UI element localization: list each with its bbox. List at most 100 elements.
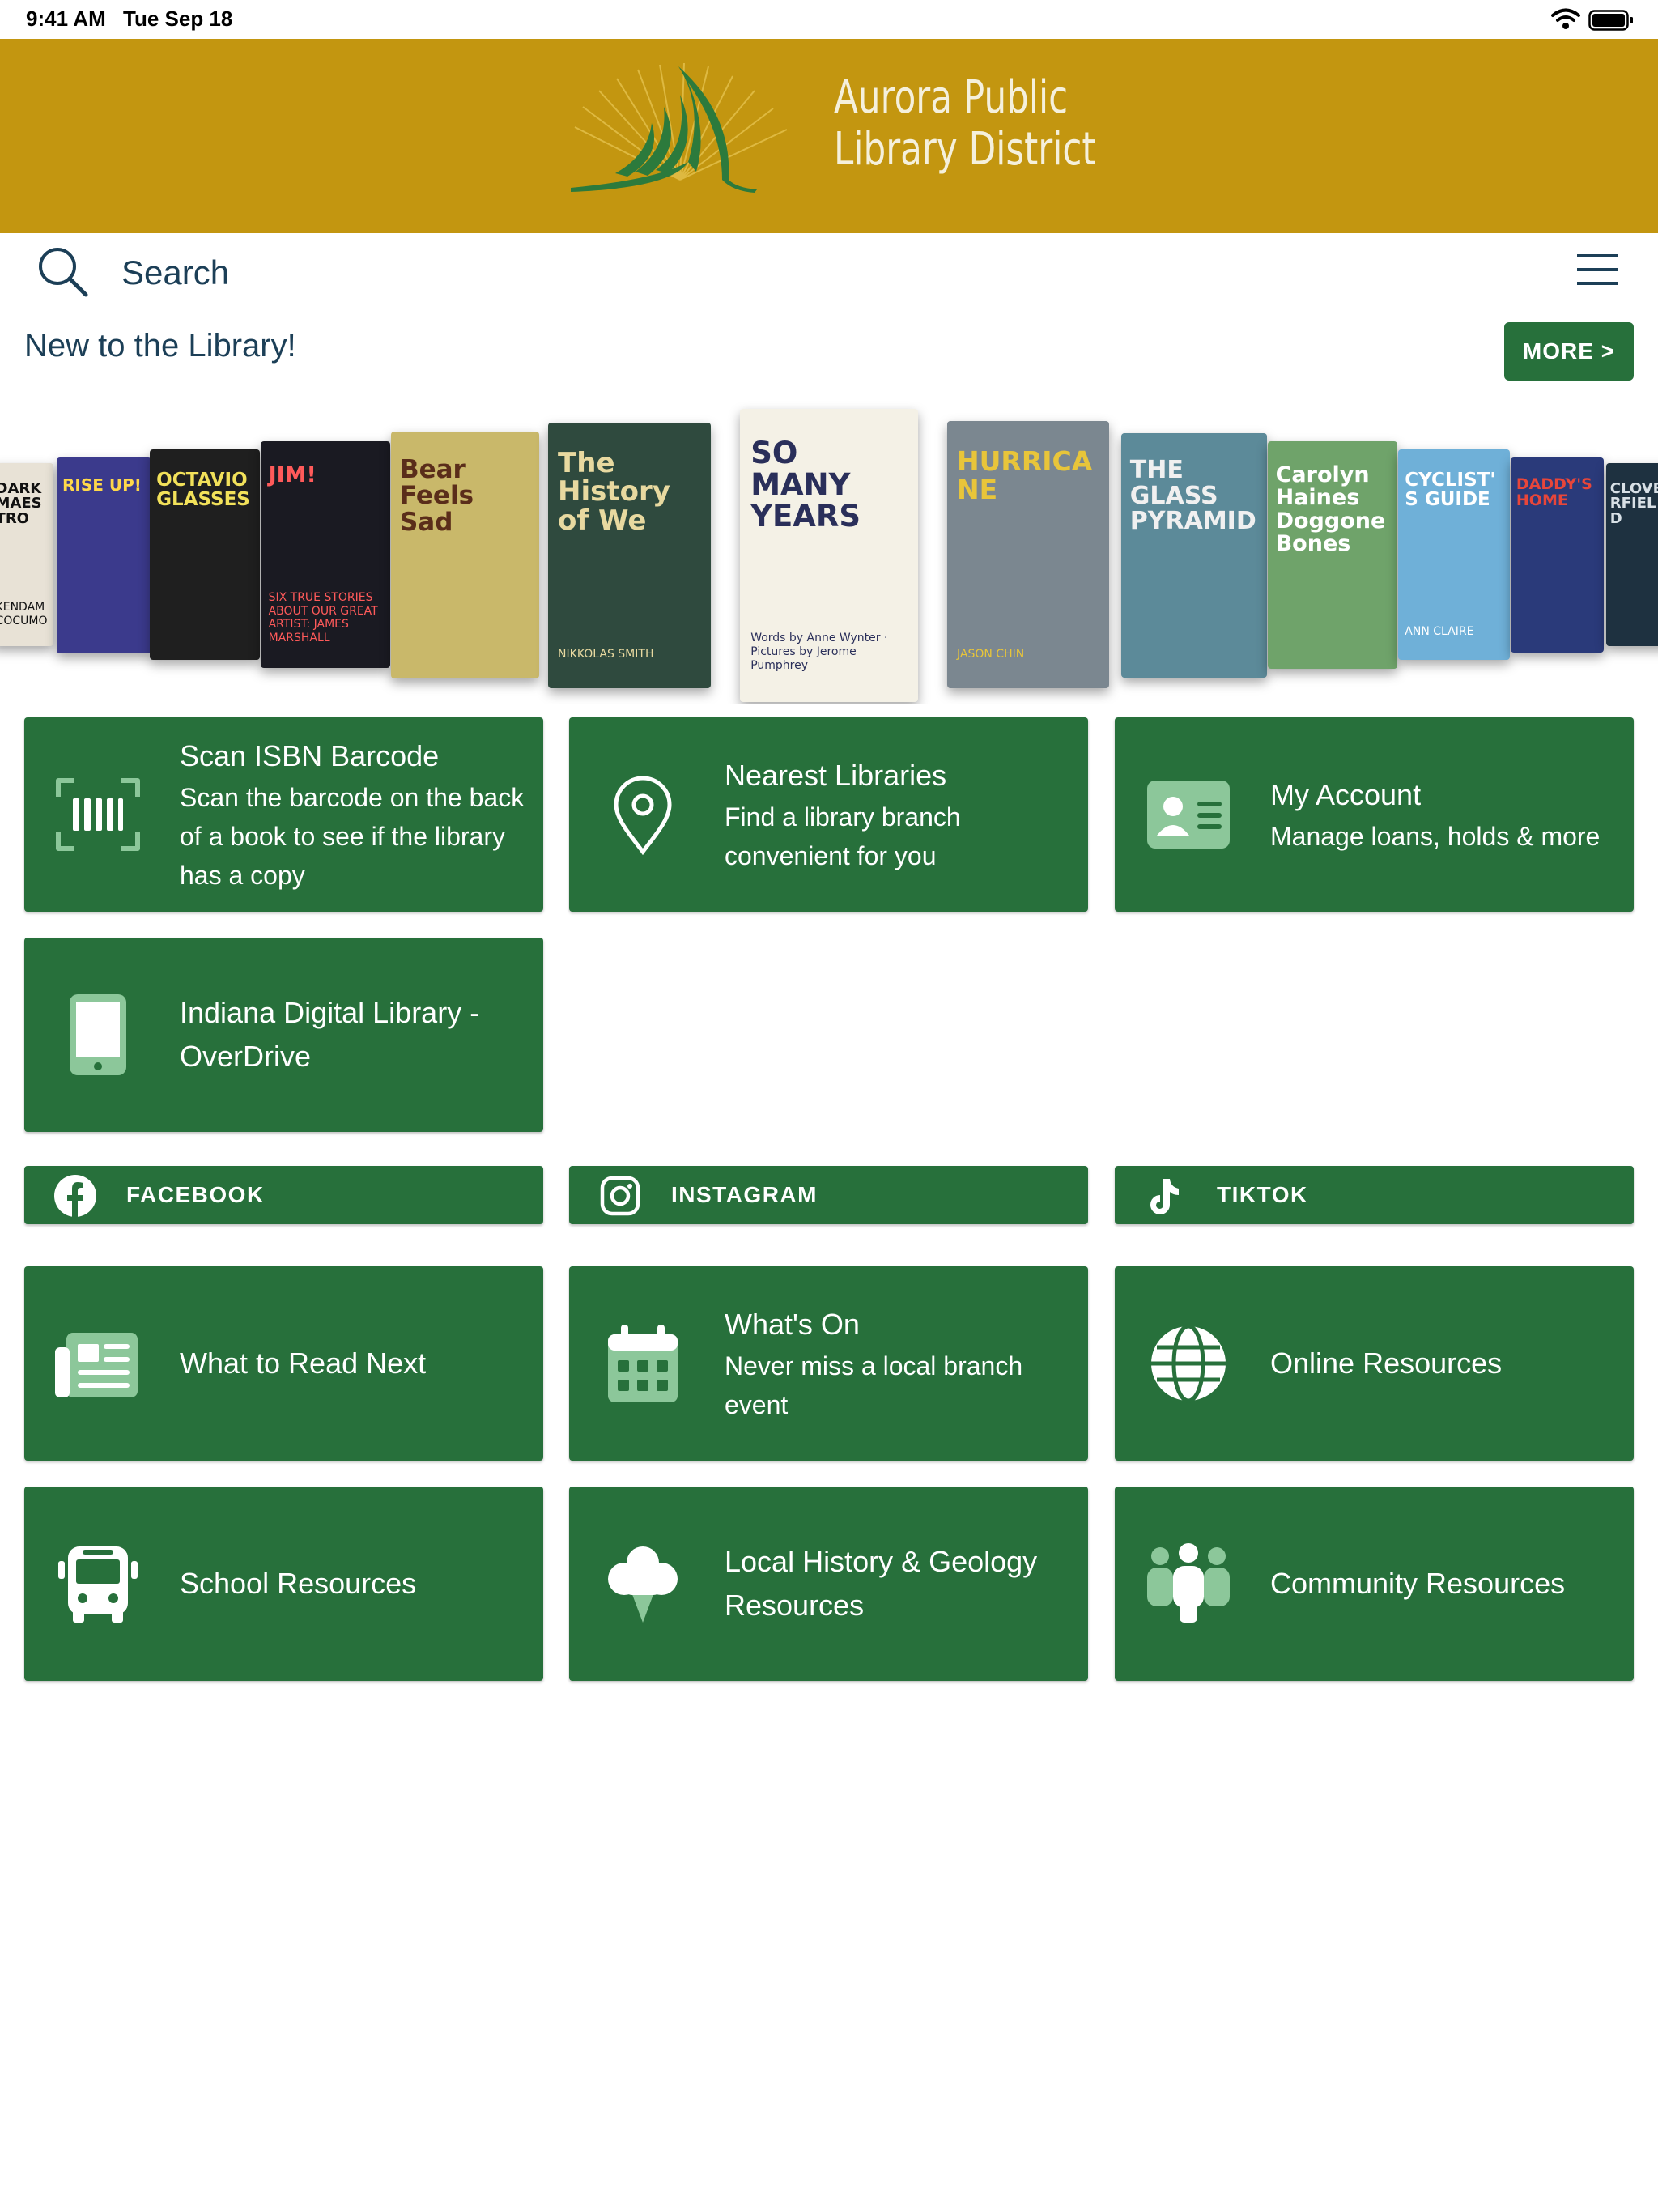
book-cover[interactable]: THE GLASS PYRAMID xyxy=(1121,433,1267,678)
section-title: New to the Library! xyxy=(24,328,296,364)
tiktok-button[interactable]: TIKTOK xyxy=(1115,1166,1634,1224)
social-label: FACEBOOK xyxy=(126,1182,265,1207)
logo-title-line2: Library District xyxy=(834,123,1096,176)
battery-icon xyxy=(1588,10,1633,31)
book-cover[interactable]: Bear Feels Sad xyxy=(391,432,539,678)
tile-title: Online Resources xyxy=(1270,1346,1503,1380)
tile-local-history-geology-resources[interactable]: Local History & Geology Resources xyxy=(569,1487,1088,1681)
search-bar xyxy=(0,233,1658,314)
tablet-icon xyxy=(53,994,142,1075)
book-title: The History of We xyxy=(558,446,670,538)
book-title: Carolyn Haines Doggone Bones xyxy=(1275,462,1386,557)
book-title: SO MANY YEARS xyxy=(750,436,861,534)
status-bar: 9:41 AM Tue Sep 18 xyxy=(0,0,1658,39)
tile-my-account[interactable]: My Account Manage loans, holds & more xyxy=(1115,717,1634,912)
tile-title: Local History & Geology Resources xyxy=(725,1545,1038,1622)
tile-what-s-on[interactable]: What's On Never miss a local branch event xyxy=(569,1266,1088,1461)
book-author: JASON CHIN xyxy=(957,648,1025,661)
book-cover[interactable]: CYCLIST'S GUIDE ANN CLAIRE xyxy=(1398,449,1510,660)
book-cover[interactable]: RISE UP! xyxy=(57,457,151,653)
people-group-icon xyxy=(1144,1543,1233,1624)
book-author: KENDAM COCUMO xyxy=(0,600,48,627)
book-title: THE GLASS PYRAMID xyxy=(1129,456,1256,536)
book-cover[interactable]: DADDY'S HOME xyxy=(1511,457,1604,653)
instagram-button[interactable]: INSTAGRAM xyxy=(569,1166,1088,1224)
book-author: SIX TRUE STORIES ABOUT OUR GREAT ARTIST:… xyxy=(268,590,378,645)
tile-nearest-libraries[interactable]: Nearest Libraries Find a library branch c… xyxy=(569,717,1088,912)
tile-indiana-digital-library-overdrive[interactable]: Indiana Digital Library - OverDrive xyxy=(24,938,543,1132)
tile-what-to-read-next[interactable]: What to Read Next xyxy=(24,1266,543,1461)
book-author: ANN CLAIRE xyxy=(1405,625,1474,639)
tiktok-icon xyxy=(1144,1174,1188,1218)
book-cover[interactable]: HURRICANE JASON CHIN xyxy=(947,421,1109,688)
tile-text: What to Read Next xyxy=(180,1266,528,1461)
book-title: RISE UP! xyxy=(62,475,142,496)
tile-text: Indiana Digital Library - OverDrive xyxy=(180,938,528,1132)
tile-school-resources[interactable]: School Resources xyxy=(24,1487,543,1681)
new-books-carousel[interactable]: DARK MAESTRO KENDAM COCUMO RISE UP! OCTAVIO… xyxy=(0,397,1658,704)
tile-title: Community Resources xyxy=(1270,1567,1566,1600)
social-label: TIKTOK xyxy=(1217,1182,1308,1207)
tile-text: Scan ISBN Barcode Scan the barcode on the… xyxy=(180,717,528,912)
status-time: 9:41 AM xyxy=(26,6,106,31)
tree-icon xyxy=(598,1543,687,1624)
tile-online-resources[interactable]: Online Resources xyxy=(1115,1266,1634,1461)
tile-subtitle: Manage loans, holds & more xyxy=(1270,822,1601,851)
logo-title-line1: Aurora Public xyxy=(834,71,1069,124)
tile-scan-isbn-barcode[interactable]: Scan ISBN Barcode Scan the barcode on the… xyxy=(24,717,543,912)
book-author: Words by Anne Wynter · Pictures by Jerom… xyxy=(750,632,888,673)
book-title: JIM! xyxy=(268,462,317,487)
header-banner xyxy=(0,39,1658,233)
calendar-icon xyxy=(598,1323,687,1404)
book-cover[interactable]: OCTAVIO GLASSES xyxy=(150,449,260,660)
tile-community-resources[interactable]: Community Resources xyxy=(1115,1487,1634,1681)
wifi-icon xyxy=(1551,8,1580,29)
newspaper-icon xyxy=(53,1323,142,1404)
tile-text: Online Resources xyxy=(1270,1266,1618,1461)
tile-text: My Account Manage loans, holds & more xyxy=(1270,717,1618,912)
search-icon[interactable] xyxy=(36,245,89,298)
tile-text: What's On Never miss a local branch event xyxy=(725,1266,1073,1461)
tile-subtitle: Find a library branch convenient for you xyxy=(725,802,961,870)
book-title: DADDY'S HOME xyxy=(1516,475,1592,510)
book-title: CYCLIST'S GUIDE xyxy=(1405,470,1496,511)
status-date: Tue Sep 18 xyxy=(123,6,233,31)
tile-title: What's On xyxy=(725,1308,860,1341)
tile-subtitle: Scan the barcode on the back of a book t… xyxy=(180,783,525,890)
tile-text: Community Resources xyxy=(1270,1487,1618,1681)
facebook-icon xyxy=(53,1174,97,1218)
tile-text: School Resources xyxy=(180,1487,528,1681)
hamburger-menu-icon[interactable] xyxy=(1575,251,1619,288)
tile-title: Scan ISBN Barcode xyxy=(180,739,440,772)
search-input[interactable]: Search xyxy=(121,253,229,292)
book-cover[interactable]: JIM! SIX TRUE STORIES ABOUT OUR GREAT ART… xyxy=(261,441,390,668)
tile-title: Nearest Libraries xyxy=(725,759,947,792)
book-author: NIKKOLAS SMITH xyxy=(558,648,654,661)
id-card-icon xyxy=(1144,774,1233,855)
more-button[interactable]: MORE > xyxy=(1504,322,1634,381)
globe-icon xyxy=(1144,1323,1233,1404)
library-logo-icon xyxy=(571,62,788,193)
location-pin-icon xyxy=(598,774,687,856)
tile-title: School Resources xyxy=(180,1567,417,1600)
book-cover[interactable]: SO MANY YEARS Words by Anne Wynter · Pict… xyxy=(740,409,918,702)
facebook-button[interactable]: FACEBOOK xyxy=(24,1166,543,1224)
school-bus-icon xyxy=(53,1543,142,1624)
book-cover[interactable]: CLOVERFIELD xyxy=(1606,463,1658,646)
tile-title: Indiana Digital Library - OverDrive xyxy=(180,996,480,1073)
book-title: CLOVERFIELD xyxy=(1609,479,1658,528)
tile-subtitle: Never miss a local branch event xyxy=(725,1351,1023,1419)
instagram-icon xyxy=(598,1174,642,1218)
tile-title: My Account xyxy=(1270,778,1422,811)
book-title: HURRICANE xyxy=(957,445,1093,505)
book-cover[interactable]: DARK MAESTRO KENDAM COCUMO xyxy=(0,463,53,646)
book-title: DARK MAESTRO xyxy=(0,479,42,528)
tile-title: What to Read Next xyxy=(180,1346,427,1380)
book-title: Bear Feels Sad xyxy=(399,454,474,537)
tile-text: Local History & Geology Resources xyxy=(725,1487,1073,1681)
social-label: INSTAGRAM xyxy=(671,1182,818,1207)
tile-text: Nearest Libraries Find a library branch c… xyxy=(725,717,1073,912)
book-cover[interactable]: The History of We NIKKOLAS SMITH xyxy=(548,423,711,688)
barcode-scan-icon xyxy=(53,774,142,855)
book-cover[interactable]: Carolyn Haines Doggone Bones xyxy=(1268,441,1397,669)
